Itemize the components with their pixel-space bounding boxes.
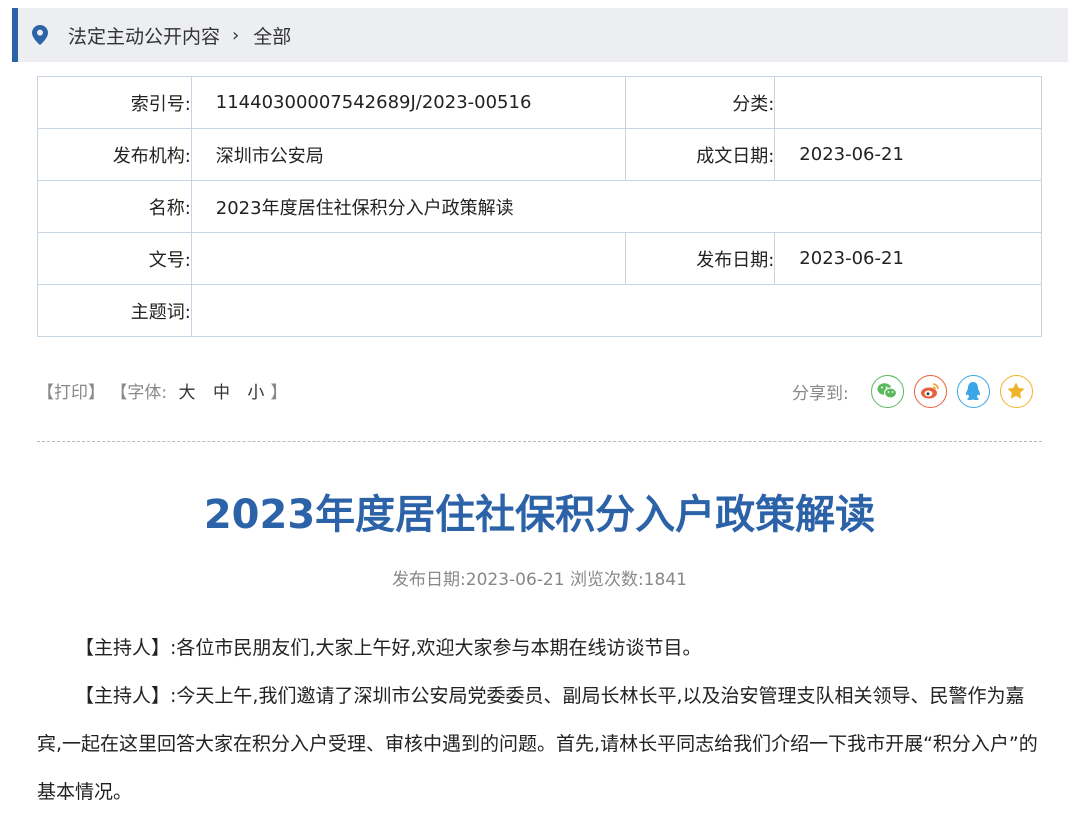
chevron-right-icon: ›: [232, 24, 240, 46]
article-paragraph: 【主持人】:今天上午,我们邀请了深圳市公安局党委委员、副局长林长平,以及治安管理…: [37, 685, 1038, 803]
keywords-value: [190, 284, 1043, 337]
content-divider: [37, 441, 1042, 442]
index-label: 索引号:: [37, 76, 192, 129]
share-label: 分享到:: [792, 383, 849, 404]
publish-date-label: 发布日期:: [624, 232, 776, 285]
table-row: 文号: 发布日期: 2023-06-21: [37, 232, 1042, 285]
favorite-share-button[interactable]: [999, 374, 1033, 408]
share-bar: 分享到:: [792, 374, 1033, 408]
location-pin-icon: [32, 25, 48, 45]
category-value: [774, 76, 1042, 129]
document-metadata-table: 索引号: 11440300007542689J/2023-00516 分类: 发…: [37, 76, 1043, 337]
weibo-share-button[interactable]: [913, 374, 947, 408]
font-size-suffix: 】: [270, 383, 288, 403]
article-paragraph: 【主持人】:各位市民朋友们,大家上午好,欢迎大家参与本期在线访谈节目。: [75, 637, 702, 659]
doc-no-value: [190, 232, 626, 285]
table-row: 主题词:: [37, 284, 1043, 337]
publish-date-value: 2023-06-21: [774, 232, 1042, 285]
font-medium-button[interactable]: 中: [213, 383, 230, 403]
qq-share-button[interactable]: [956, 374, 990, 408]
written-date-label: 成文日期:: [624, 128, 776, 181]
table-row: 名称: 2023年度居住社保积分入户政策解读: [37, 180, 1043, 233]
keywords-label: 主题词:: [37, 284, 192, 337]
print-button[interactable]: 【打印】: [37, 383, 105, 403]
publisher-label: 发布机构:: [37, 128, 192, 181]
breadcrumb-current[interactable]: 全部: [253, 22, 291, 49]
breadcrumb: 法定主动公开内容 › 全部: [12, 8, 1068, 62]
article-tools: 【打印】 【字体: 大 中 小】: [37, 378, 287, 403]
article-title: 2023年度居住社保积分入户政策解读: [203, 492, 876, 538]
doc-no-label: 文号:: [37, 232, 192, 285]
font-small-button[interactable]: 小: [247, 383, 264, 403]
font-size-label: 【字体:: [110, 383, 168, 403]
name-value: 2023年度居住社保积分入户政策解读: [190, 180, 1043, 233]
weibo-icon: [921, 383, 940, 399]
font-large-button[interactable]: 大: [179, 383, 196, 403]
article-body: 【主持人】:各位市民朋友们,大家上午好,欢迎大家参与本期在线访谈节目。 【主持人…: [37, 624, 1042, 816]
category-label: 分类:: [624, 76, 776, 129]
favorite-icon: [1007, 382, 1025, 399]
index-value: 11440300007542689J/2023-00516: [190, 76, 626, 129]
wechat-icon: [877, 383, 898, 399]
table-row: 发布机构: 深圳市公安局 成文日期: 2023-06-21: [37, 128, 1042, 181]
written-date-value: 2023-06-21: [774, 128, 1042, 181]
publisher-value: 深圳市公安局: [190, 128, 626, 181]
qq-icon: [966, 382, 981, 401]
wechat-share-button[interactable]: [870, 374, 904, 408]
name-label: 名称:: [37, 180, 192, 233]
breadcrumb-section-link[interactable]: 法定主动公开内容: [68, 22, 220, 49]
article-subinfo: 发布日期:2023-06-21 浏览次数:1841: [392, 570, 687, 590]
table-row: 索引号: 11440300007542689J/2023-00516 分类:: [37, 76, 1042, 129]
